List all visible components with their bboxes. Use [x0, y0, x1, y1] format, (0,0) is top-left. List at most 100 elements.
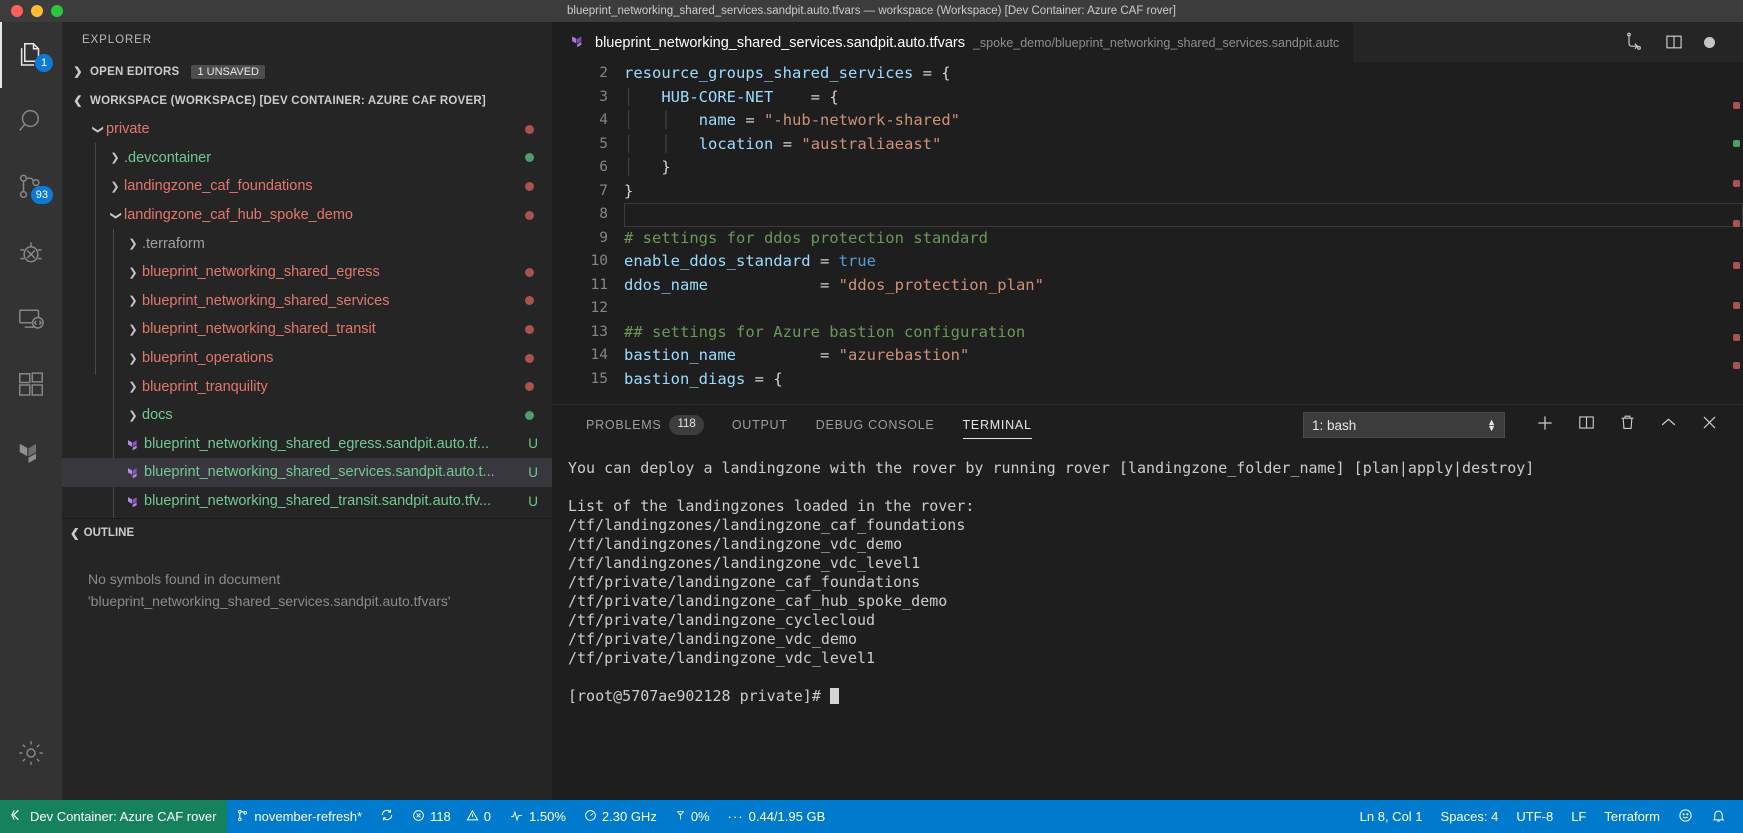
status-indentation-label: Spaces: 4 [1440, 809, 1499, 824]
chevron-down-icon[interactable]: ❮ [91, 120, 104, 138]
window-controls[interactable] [0, 5, 63, 17]
split-terminal-icon[interactable] [1577, 413, 1596, 437]
activity-item-source-control[interactable]: 93 [0, 154, 62, 220]
tree-folder-row[interactable]: ❯ blueprint_networking_shared_egress [62, 258, 552, 287]
activity-item-remote-explorer[interactable] [0, 286, 62, 352]
chevron-right-icon[interactable]: ❯ [124, 380, 142, 393]
git-status-letter: U [528, 464, 538, 480]
panel-tab-output[interactable]: OUTPUT [718, 405, 802, 445]
terminal-selector[interactable]: 1: bash ▲ ▼ [1303, 412, 1505, 438]
status-cpu-frequency[interactable]: 2.30 GHz [575, 800, 666, 833]
tree-folder-row[interactable]: ❯ landingzone_caf_foundations [62, 172, 552, 201]
code-line[interactable]: 14 bastion_name = "azurebastion" [552, 344, 1743, 368]
chevron-right-icon[interactable]: ❯ [124, 409, 142, 422]
tree-folder-row[interactable]: ❯ docs [62, 401, 552, 430]
split-editor-icon[interactable] [1664, 32, 1684, 52]
chevron-right-icon[interactable]: ❯ [106, 151, 124, 164]
tree-file-row[interactable]: blueprint_operations.sandpit.auto.tfvars [62, 515, 552, 518]
close-window-button[interactable] [11, 5, 23, 17]
section-outline[interactable]: ❮ OUTLINE [62, 518, 552, 547]
status-cursor-position[interactable]: Ln 8, Col 1 [1351, 800, 1432, 833]
status-sync[interactable] [371, 800, 403, 833]
chevron-right-icon[interactable]: ❯ [106, 180, 124, 193]
code-editor[interactable]: 2 resource_groups_shared_services = {3 │ H… [552, 62, 1743, 404]
status-encoding[interactable]: UTF-8 [1507, 800, 1562, 833]
open-editors-label: OPEN EDITORS [90, 65, 180, 78]
status-cpu-load[interactable]: 1.50% [500, 800, 575, 833]
chevron-right-icon[interactable]: ❯ [124, 294, 142, 307]
minimize-window-button[interactable] [31, 5, 43, 17]
tree-folder-row[interactable]: ❯ blueprint_operations [62, 344, 552, 373]
panel-tab-problems[interactable]: PROBLEMS 118 [572, 405, 718, 445]
chevron-right-icon[interactable]: ❯ [124, 266, 142, 279]
code-line[interactable]: 10 enable_ddos_standard = true [552, 250, 1743, 274]
editor-overview-ruler[interactable] [1729, 62, 1743, 404]
close-panel-icon[interactable] [1700, 413, 1719, 437]
terminal-output[interactable]: You can deploy a landingzone with the ro… [552, 445, 1743, 800]
activity-item-extensions[interactable] [0, 352, 62, 418]
status-remote-indicator[interactable]: Dev Container: Azure CAF rover [0, 800, 228, 833]
status-problems[interactable]: 118 0 [403, 800, 500, 833]
disk-icon [675, 809, 686, 825]
section-workspace[interactable]: ❮ WORKSPACE (WORKSPACE) [DEV CONTAINER: … [62, 86, 552, 115]
tree-folder-row[interactable]: ❯ blueprint_networking_shared_transit [62, 315, 552, 344]
code-line[interactable]: 3 │ HUB-CORE-NET = { [552, 86, 1743, 110]
tree-file-row[interactable]: blueprint_networking_shared_services.san… [62, 458, 552, 487]
status-memory-usage[interactable]: ··· 0.44/1.95 GB [719, 800, 835, 833]
kill-terminal-icon[interactable] [1618, 413, 1637, 437]
chevron-right-icon[interactable]: ❯ [124, 352, 142, 365]
activity-item-search[interactable] [0, 88, 62, 154]
code-line[interactable]: 12 [552, 297, 1743, 321]
code-line[interactable]: 15 bastion_diags = { [552, 368, 1743, 392]
outline-empty-message: No symbols found in document 'blueprint_… [62, 547, 552, 800]
code-line[interactable]: 7} [552, 180, 1743, 204]
activity-item-run-and-debug[interactable] [0, 220, 62, 286]
terminal-line: /tf/landingzones/landingzone_vdc_level1 [568, 554, 921, 572]
section-open-editors[interactable]: ❯ OPEN EDITORS 1 UNSAVED [62, 57, 552, 86]
code-line[interactable]: 9 # settings for ddos protection standard [552, 227, 1743, 251]
tree-file-row[interactable]: blueprint_networking_shared_transit.sand… [62, 487, 552, 516]
code-line[interactable]: 4 │ │ name = "-hub-network-shared" [552, 109, 1743, 133]
split-compare-icon[interactable] [1624, 32, 1644, 52]
maximize-window-button[interactable] [51, 5, 63, 17]
terraform-icon [124, 493, 144, 509]
dirty-indicator[interactable] [1704, 36, 1715, 48]
activity-item-manage[interactable] [0, 720, 62, 786]
status-eol[interactable]: LF [1562, 800, 1595, 833]
editor-tab[interactable]: blueprint_networking_shared_services.san… [552, 22, 1354, 62]
status-notifications[interactable] [1702, 800, 1735, 833]
status-branch[interactable]: november-refresh* [227, 800, 371, 833]
status-indentation[interactable]: Spaces: 4 [1432, 800, 1508, 833]
code-line[interactable]: 6 │ } [552, 156, 1743, 180]
line-number: 9 [599, 229, 608, 246]
tree-file-row[interactable]: blueprint_networking_shared_egress.sandp… [62, 430, 552, 459]
code-line[interactable]: 13 ## settings for Azure bastion configur… [552, 321, 1743, 345]
chevron-right-icon[interactable]: ❯ [124, 323, 142, 336]
code-line[interactable]: 8 [552, 203, 1743, 227]
tree-folder-row[interactable]: ❮ landingzone_caf_hub_spoke_demo [62, 201, 552, 230]
activity-item-terraform[interactable] [0, 418, 62, 484]
tree-folder-row[interactable]: ❯ blueprint_tranquility [62, 372, 552, 401]
code-line[interactable]: 5 │ │ location = "australiaeast" [552, 133, 1743, 157]
terminal-prompt[interactable]: [root@5707ae902128 private]# [568, 687, 1743, 706]
maximize-panel-icon[interactable] [1659, 413, 1678, 437]
activity-item-explorer[interactable]: 1 [0, 22, 62, 88]
tree-folder-row[interactable]: ❮ private [62, 115, 552, 144]
tree-item-label: blueprint_operations [142, 350, 274, 367]
panel-tab-terminal[interactable]: TERMINAL [949, 405, 1046, 445]
status-feedback[interactable] [1669, 800, 1702, 833]
chevron-down-icon[interactable]: ❮ [109, 206, 122, 224]
tree-item-label: blueprint_networking_shared_services [142, 292, 390, 309]
tree-folder-row[interactable]: ❯ .terraform [62, 229, 552, 258]
status-language-mode[interactable]: Terraform [1595, 800, 1669, 833]
status-disk-usage[interactable]: 0% [666, 800, 719, 833]
code-line[interactable]: 2 resource_groups_shared_services = { [552, 62, 1743, 86]
panel-tab-bar: PROBLEMS 118 OUTPUT DEBUG CONSOLE TERMIN… [552, 405, 1743, 445]
file-tree[interactable]: ❮ private ❯ .devcontainer ❯ landingzone_caf_f… [62, 115, 552, 518]
code-line[interactable]: 11 ddos_name = "ddos_protection_plan" [552, 274, 1743, 298]
tree-folder-row[interactable]: ❯ .devcontainer [62, 144, 552, 173]
chevron-right-icon[interactable]: ❯ [124, 237, 142, 250]
tree-folder-row[interactable]: ❯ blueprint_networking_shared_services [62, 287, 552, 316]
new-terminal-icon[interactable] [1535, 413, 1555, 438]
panel-tab-debug-console[interactable]: DEBUG CONSOLE [802, 405, 949, 445]
